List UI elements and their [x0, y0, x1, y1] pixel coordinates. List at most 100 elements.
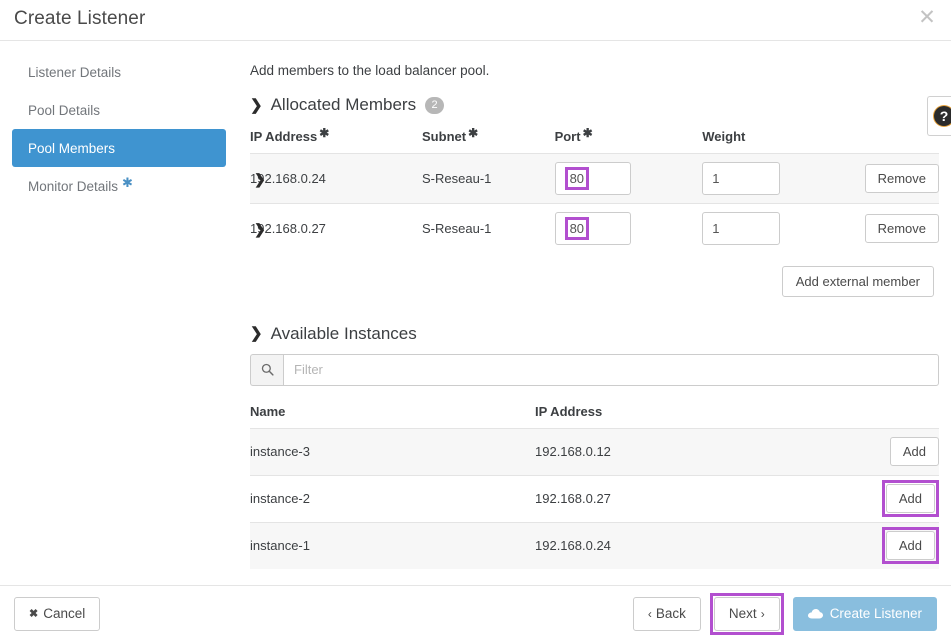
member-subnet-cell: S-Reseau-1: [422, 153, 555, 204]
create-listener-label: Create Listener: [829, 606, 922, 621]
modal-footer: ✖ Cancel ‹ Back Next › Create Listener: [0, 585, 951, 641]
sidebar-item-label: Monitor Details: [28, 178, 119, 194]
filter-input[interactable]: [283, 353, 939, 386]
filter-row: [250, 353, 939, 386]
column-label: Weight: [702, 129, 746, 144]
add-external-member-button[interactable]: Add external member: [781, 265, 934, 297]
create-listener-button[interactable]: Create Listener: [792, 596, 937, 631]
chevron-down-icon: ❯: [250, 96, 263, 114]
remove-button[interactable]: Remove: [864, 214, 939, 244]
port-value: 80: [564, 167, 590, 190]
section-title: Allocated Members: [270, 95, 417, 114]
highlight-box: Next ›: [709, 592, 784, 635]
table-row: ❯ 192.168.0.27 S-Reseau-1 80 1 Remove: [250, 203, 939, 254]
wizard-content: ? Add members to the load balancer pool.…: [238, 41, 951, 585]
member-actions-cell: Remove: [864, 203, 939, 254]
add-button[interactable]: Add: [885, 531, 935, 561]
question-mark-icon: ?: [934, 106, 951, 126]
list-item: instance-1 192.168.0.24 Add: [250, 521, 939, 569]
member-subnet-cell: S-Reseau-1: [422, 203, 555, 254]
next-button[interactable]: Next ›: [713, 596, 780, 631]
table-header-row: IP Address ✱ Subnet ✱ Port ✱ Weight: [250, 125, 939, 154]
create-listener-modal: Create Listener ✕ Listener Details Pool …: [0, 0, 951, 641]
port-input[interactable]: 80: [554, 162, 631, 195]
column-header-subnet: Subnet ✱: [422, 125, 555, 154]
chevron-right-icon[interactable]: ❯: [254, 221, 266, 238]
sidebar-item-monitor-details[interactable]: Monitor Details ✱: [12, 167, 226, 205]
footer-actions: ‹ Back Next › Create Listener: [632, 592, 937, 635]
column-header-name: Name: [250, 403, 286, 419]
content-description: Add members to the load balancer pool.: [250, 63, 490, 78]
cloud-icon: [807, 608, 823, 620]
add-button[interactable]: Add: [885, 484, 935, 513]
highlight-box: Add: [881, 480, 939, 517]
weight-value: 1: [712, 221, 720, 237]
allocated-members-table: IP Address ✱ Subnet ✱ Port ✱ Weight ❯ 19…: [250, 125, 939, 254]
chevron-right-icon[interactable]: ❯: [254, 171, 266, 188]
port-value: 80: [564, 217, 590, 241]
cancel-label: Cancel: [43, 606, 86, 621]
search-icon: [250, 353, 283, 386]
allocated-members-section-header[interactable]: ❯ Allocated Members 2: [250, 95, 939, 115]
sidebar-item-pool-members[interactable]: Pool Members: [12, 129, 226, 167]
required-asterisk-icon: ✱: [319, 126, 330, 140]
instance-name: instance-3: [250, 427, 535, 475]
member-ip-cell: ❯ 192.168.0.27: [250, 203, 423, 254]
list-item: instance-2 192.168.0.27 Add: [250, 474, 939, 522]
column-header-port: Port ✱: [555, 125, 703, 154]
member-actions-cell: Remove: [864, 153, 939, 204]
column-header-actions: [849, 400, 939, 429]
required-asterisk-icon: ✱: [582, 126, 593, 140]
member-weight-cell: 1: [702, 203, 865, 254]
section-title: Available Instances: [270, 323, 417, 343]
weight-input[interactable]: 1: [702, 212, 781, 246]
cancel-button[interactable]: ✖ Cancel: [14, 596, 101, 631]
sidebar-item-label: Listener Details: [28, 64, 122, 80]
sidebar-item-listener-details[interactable]: Listener Details: [12, 53, 226, 91]
help-button[interactable]: ?: [927, 96, 951, 136]
column-header-weight: Weight: [702, 125, 864, 154]
list-item: instance-3 192.168.0.12 Add: [250, 427, 939, 475]
available-instances-table: Name IP Address instance-3 192.168.0.12 …: [250, 400, 939, 569]
table-header-row: Name IP Address: [250, 400, 939, 429]
column-header-ip-address: IP Address ✱: [250, 125, 422, 154]
required-asterisk-icon: ✱: [122, 175, 133, 190]
weight-input[interactable]: 1: [702, 162, 781, 195]
add-button[interactable]: Add: [889, 437, 939, 466]
member-port-cell: 80: [554, 203, 703, 254]
sidebar-item-label: Pool Members: [28, 140, 116, 156]
instance-actions: Add: [849, 474, 939, 522]
wizard-sidebar: Listener Details Pool Details Pool Membe…: [0, 41, 238, 585]
close-icon[interactable]: ✕: [915, 6, 939, 30]
weight-value: 1: [712, 171, 720, 186]
back-label: Back: [655, 606, 686, 621]
remove-button[interactable]: Remove: [864, 164, 939, 193]
modal-body: Listener Details Pool Details Pool Membe…: [0, 41, 951, 585]
member-port-cell: 80: [554, 153, 703, 204]
modal-header: Create Listener ✕: [0, 0, 951, 41]
column-label: IP Address: [250, 129, 318, 144]
port-input[interactable]: 80: [554, 212, 631, 246]
instance-actions: Add: [849, 521, 939, 569]
sidebar-item-pool-details[interactable]: Pool Details: [12, 91, 226, 129]
instance-name: instance-1: [250, 521, 535, 569]
highlight-box: Add: [881, 527, 939, 565]
sidebar-item-label: Pool Details: [28, 102, 101, 118]
member-weight-cell: 1: [702, 153, 865, 204]
instance-ip: 192.168.0.24: [535, 521, 849, 569]
required-asterisk-icon: ✱: [468, 126, 479, 140]
column-header-ip-address: IP Address: [535, 403, 603, 419]
instance-actions: Add: [849, 427, 939, 475]
chevron-left-icon: ‹: [647, 606, 652, 621]
column-label: Subnet: [422, 129, 467, 144]
instance-ip: 192.168.0.12: [535, 427, 849, 475]
table-row: ❯ 192.168.0.24 S-Reseau-1 80 1 Remove: [250, 153, 939, 204]
member-ip-cell: ❯ 192.168.0.24: [250, 153, 423, 204]
add-external-member-row: Add external member: [250, 265, 939, 297]
available-instances-section-header[interactable]: ❯ Available Instances: [250, 324, 939, 344]
column-label: Port: [554, 129, 581, 144]
instance-name: instance-2: [250, 474, 535, 522]
back-button[interactable]: ‹ Back: [632, 596, 701, 631]
allocated-count-badge: 2: [425, 96, 445, 114]
